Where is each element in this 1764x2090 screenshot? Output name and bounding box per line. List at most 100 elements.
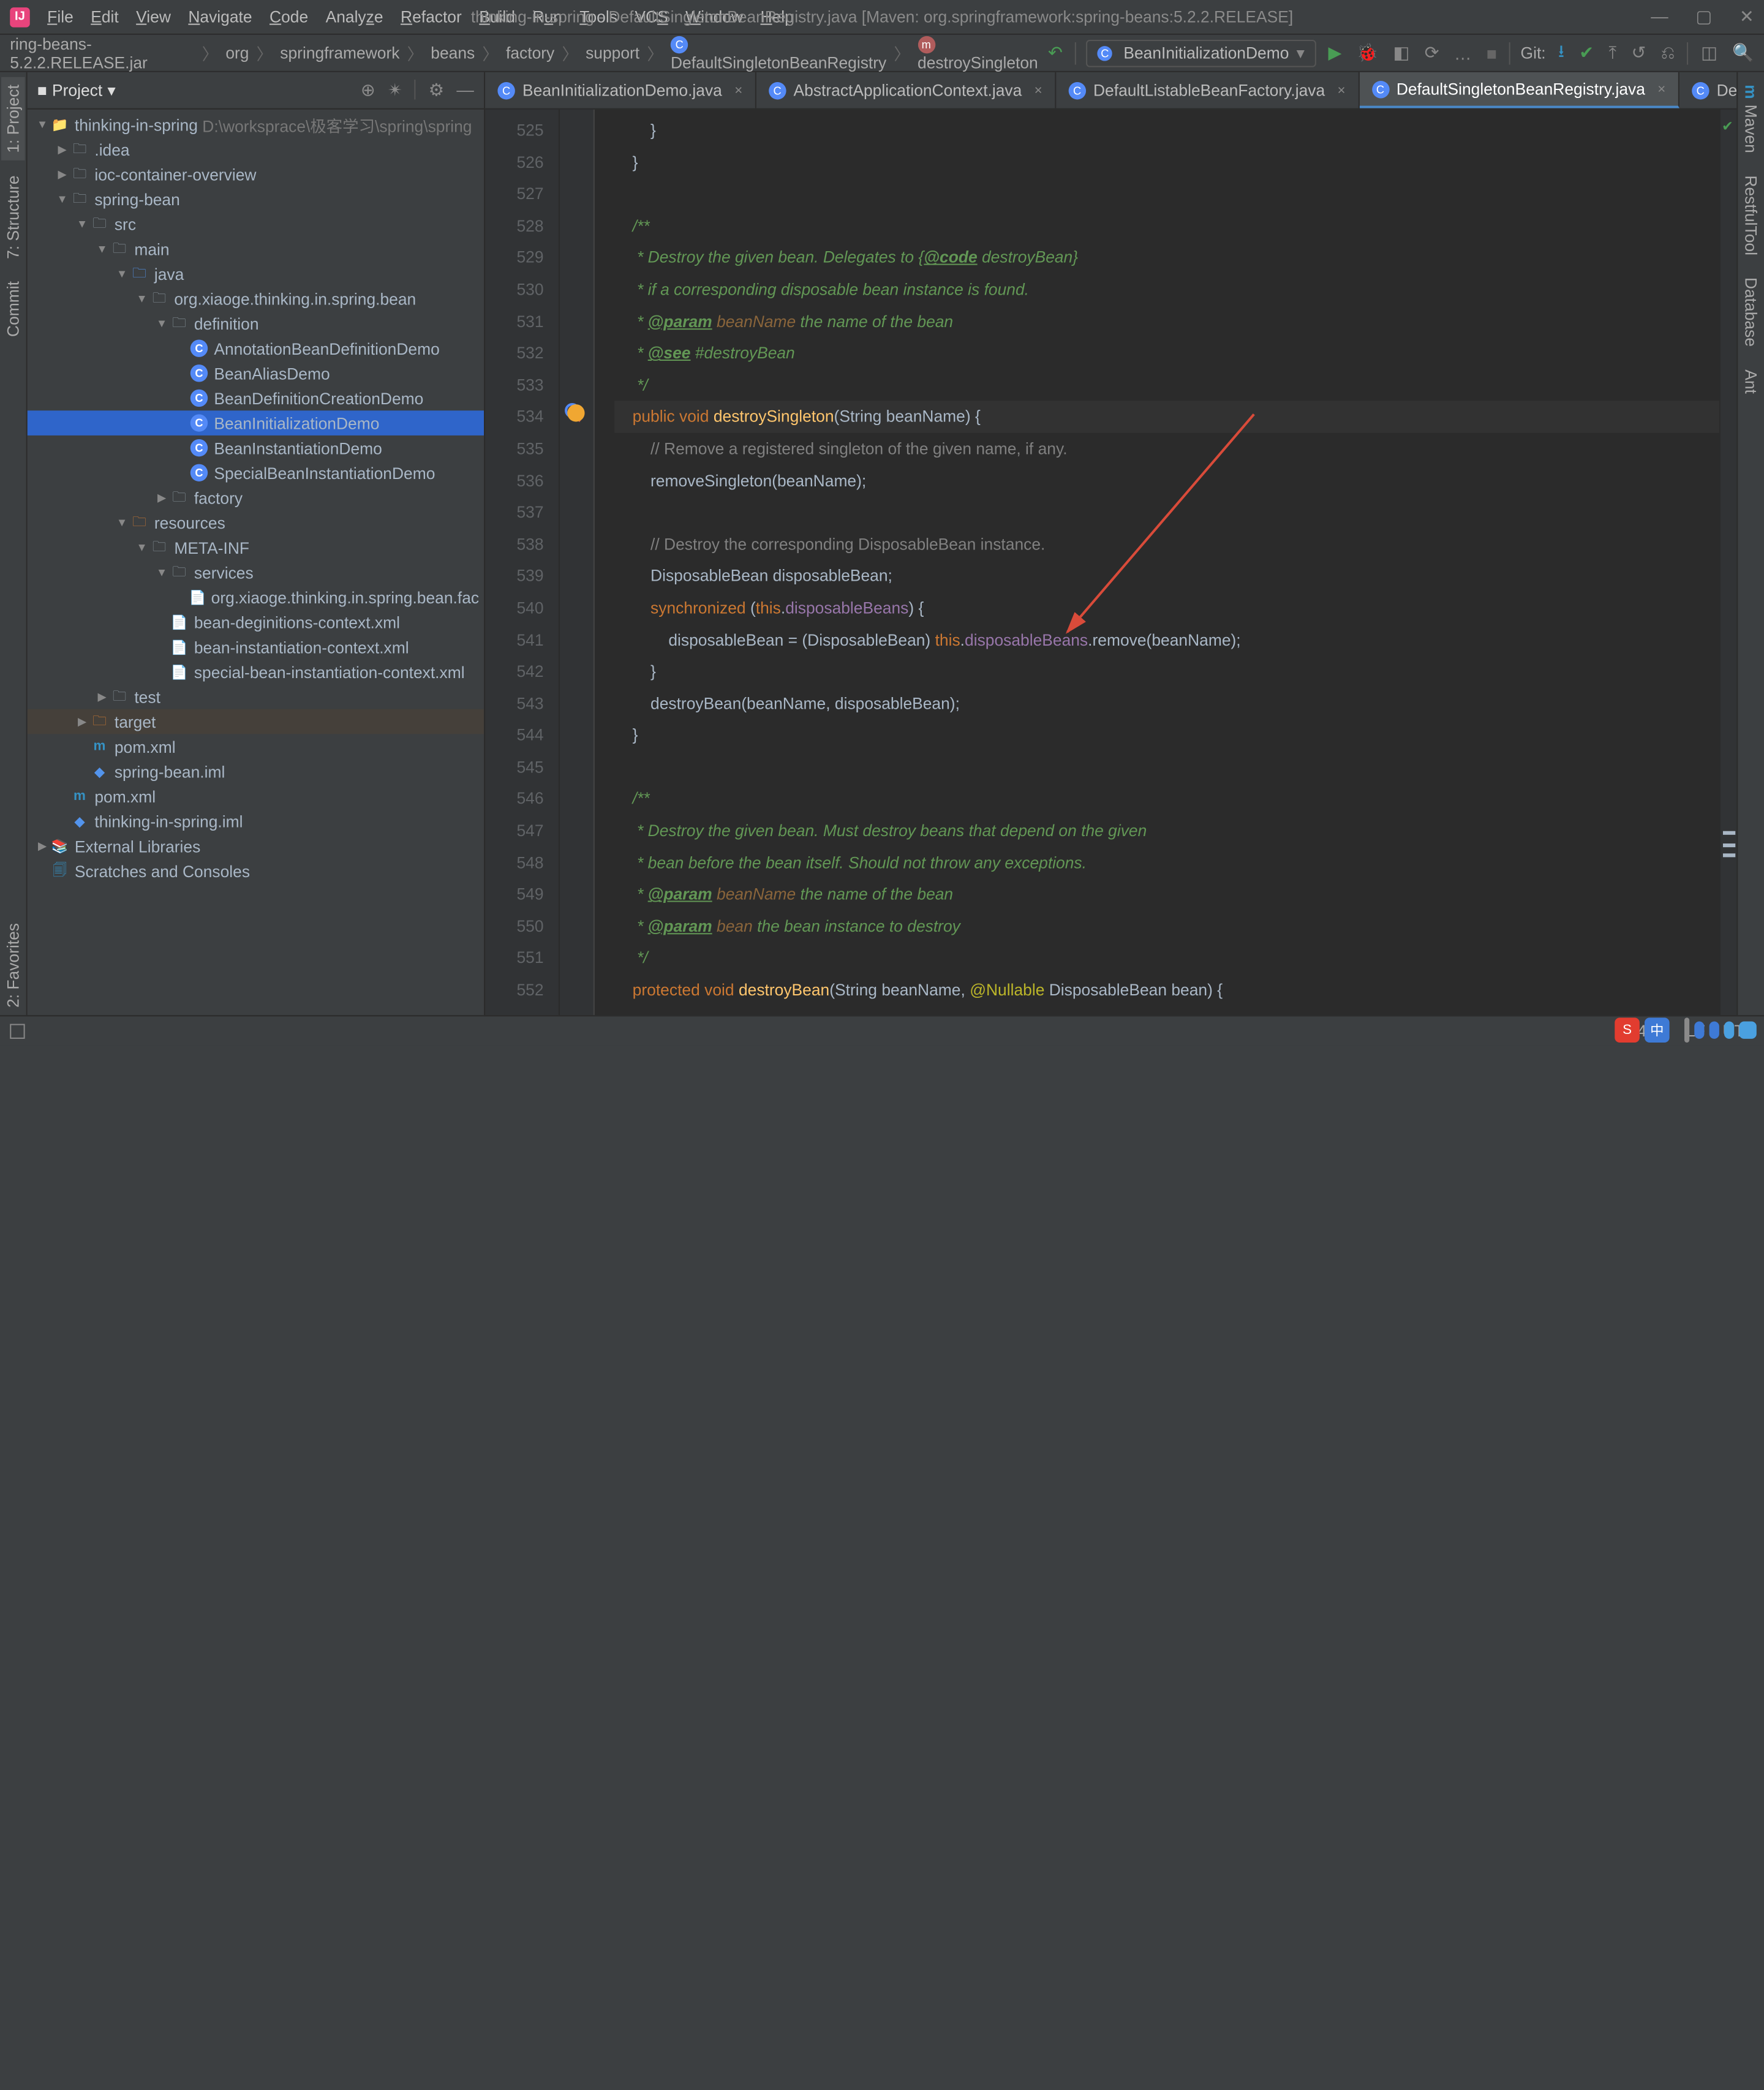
hide-panel-button[interactable]: — <box>456 80 473 101</box>
tree-item[interactable]: ▼🗀main <box>28 236 484 262</box>
menu-analyze[interactable]: Analyze <box>326 7 383 26</box>
tree-item[interactable]: ▼🗀resources <box>28 510 484 535</box>
editor-tab[interactable]: CDefaultListableBeanFactory.java× <box>1056 72 1359 108</box>
tree-item[interactable]: ▶🗀factory <box>28 485 484 510</box>
tree-item[interactable]: CBeanInstantiationDemo <box>28 436 484 461</box>
editor-overview-strip[interactable]: ✔ <box>1719 110 1736 1016</box>
tree-item[interactable]: ▼🗀java <box>28 262 484 287</box>
code-lines[interactable]: } } /** * Destroy the given bean. Delega… <box>595 110 1719 1016</box>
menu-file[interactable]: File <box>47 7 74 26</box>
tree-item[interactable]: ▶🗀test <box>28 684 484 709</box>
stop-button[interactable]: ■ <box>1484 40 1499 66</box>
crumb-class[interactable]: CDefaultSingletonBeanRegistry <box>668 34 889 72</box>
maximize-button[interactable]: ▢ <box>1695 6 1712 28</box>
tree-item[interactable]: ▼🗀definition <box>28 311 484 336</box>
nav-back-button[interactable]: ↶ <box>1046 40 1065 66</box>
menu-view[interactable]: View <box>136 7 171 26</box>
git-update-button[interactable]: ⭳ <box>1556 36 1567 70</box>
menu-code[interactable]: Code <box>270 7 308 26</box>
tree-item[interactable]: ▼🗀services <box>28 560 484 585</box>
tree-item[interactable]: ▼🗀META-INF <box>28 535 484 560</box>
tool-favorites[interactable]: 2: Favorites <box>1 916 25 1015</box>
git-push-button[interactable]: ⤒ <box>1606 40 1619 66</box>
tree-item[interactable]: ▶🗀ioc-container-overview <box>28 162 484 187</box>
collapse-all-button[interactable] <box>415 80 416 99</box>
minimize-button[interactable]: — <box>1651 6 1668 28</box>
tree-item[interactable]: 📄bean-deginitions-context.xml <box>28 609 484 635</box>
tree-item[interactable]: ◆thinking-in-spring.iml <box>28 809 484 834</box>
crumb-jar[interactable]: ring-beans-5.2.2.RELEASE.jar <box>7 34 197 72</box>
search-everywhere-button[interactable]: 🔍 <box>1730 40 1757 66</box>
tree-item[interactable]: ◆spring-bean.iml <box>28 759 484 784</box>
crumb-method[interactable]: mdestroySingleton <box>915 34 1041 72</box>
git-commit-button[interactable]: ✔ <box>1577 40 1596 66</box>
expand-all-button[interactable]: ✴ <box>388 80 402 101</box>
project-panel-title[interactable]: ■ Project ▾ <box>37 80 116 100</box>
tree-item[interactable]: CSpecialBeanInstantiationDemo <box>28 460 484 485</box>
tool-database[interactable]: Database <box>1739 270 1763 354</box>
tray-icon[interactable] <box>1739 1021 1756 1038</box>
tree-item[interactable]: CAnnotationBeanDefinitionDemo <box>28 336 484 361</box>
tool-structure[interactable]: 7: Structure <box>1 168 25 266</box>
close-tab-icon[interactable]: × <box>1035 83 1042 97</box>
tree-item[interactable]: ▼🗀src <box>28 211 484 236</box>
debug-button[interactable]: 🐞 <box>1354 40 1381 66</box>
tree-item[interactable]: ▼🗀spring-bean <box>28 187 484 212</box>
ime-icon[interactable]: S <box>1615 1017 1640 1043</box>
tree-external-libs[interactable]: ▶📚External Libraries <box>28 834 484 859</box>
coverage-button[interactable]: ◧ <box>1390 40 1412 66</box>
tool-commit[interactable]: Commit <box>1 274 25 344</box>
close-tab-icon[interactable]: × <box>734 83 742 97</box>
close-tab-icon[interactable]: × <box>1337 83 1345 97</box>
run-button[interactable]: ▶ <box>1325 40 1344 66</box>
tree-item[interactable]: mpom.xml <box>28 734 484 759</box>
tree-item[interactable]: 📄special-bean-instantiation-context.xml <box>28 659 484 684</box>
git-history-button[interactable]: ↺ <box>1629 40 1648 66</box>
tree-item-selected[interactable]: CBeanInitializationDemo <box>28 410 484 436</box>
attach-button[interactable]: … <box>1452 40 1474 66</box>
tree-item[interactable]: ▶🗀.idea <box>28 137 484 162</box>
tool-restful[interactable]: RestfulTool <box>1739 167 1763 262</box>
tree-item[interactable]: mpom.xml <box>28 784 484 809</box>
tree-scratches[interactable]: 🗐Scratches and Consoles <box>28 858 484 883</box>
editor-tab[interactable]: CAbstractApplicationContext.java× <box>756 72 1056 108</box>
close-tab-icon[interactable]: × <box>1657 81 1665 96</box>
status-toolwindow-button[interactable] <box>10 1024 24 1038</box>
tool-ant[interactable]: Ant <box>1739 361 1763 401</box>
tree-root[interactable]: ▼📁thinking-in-spring D:\worksprace\极客学习\… <box>28 112 484 137</box>
crumb-org[interactable]: org <box>223 43 251 62</box>
editor-tab[interactable]: CDefaultL <box>1679 72 1737 108</box>
run-config-selector[interactable]: C BeanInitializationDemo ▾ <box>1086 39 1316 67</box>
crumb-beans[interactable]: beans <box>428 43 477 62</box>
project-settings-button[interactable]: ⚙ <box>429 80 445 101</box>
menu-navigate[interactable]: Navigate <box>188 7 252 26</box>
code-editor[interactable]: 5255265275285295305315325335345355365375… <box>485 110 1736 1016</box>
git-revert-button[interactable]: ⎌ <box>1659 40 1678 66</box>
crumb-springframework[interactable]: springframework <box>277 43 402 62</box>
close-button[interactable]: ✕ <box>1740 6 1754 28</box>
tree-item[interactable]: 📄bean-instantiation-context.xml <box>28 635 484 660</box>
tree-item[interactable]: CBeanDefinitionCreationDemo <box>28 386 484 411</box>
tool-project[interactable]: 1: Project <box>1 77 25 160</box>
tray-icon[interactable] <box>1724 1021 1734 1038</box>
project-tree[interactable]: ▼📁thinking-in-spring D:\worksprace\极客学习\… <box>28 110 484 1016</box>
tray-icon[interactable] <box>1709 1021 1719 1038</box>
tray-icon[interactable] <box>1694 1021 1704 1038</box>
crumb-support[interactable]: support <box>583 43 642 62</box>
editor-tab-active[interactable]: CDefaultSingletonBeanRegistry.java× <box>1359 72 1679 108</box>
run-config-name: BeanInitializationDemo <box>1123 43 1289 62</box>
menu-refactor[interactable]: Refactor <box>401 7 462 26</box>
ide-settings-button[interactable]: ◫ <box>1698 40 1720 66</box>
tree-item[interactable]: ▼🗀org.xiaoge.thinking.in.spring.bean <box>28 286 484 311</box>
tree-item[interactable]: ▶🗀target <box>28 709 484 734</box>
intention-bulb-icon[interactable] <box>567 404 584 421</box>
menu-edit[interactable]: Edit <box>91 7 119 26</box>
editor-tab[interactable]: CBeanInitializationDemo.java× <box>485 72 756 108</box>
ime-lang-icon[interactable]: 中 <box>1645 1017 1670 1043</box>
tree-item[interactable]: CBeanAliasDemo <box>28 361 484 386</box>
locate-file-button[interactable]: ⊕ <box>361 80 375 101</box>
crumb-factory[interactable]: factory <box>503 43 557 62</box>
tool-maven[interactable]: mMaven <box>1739 77 1763 160</box>
profile-button[interactable]: ⟳ <box>1422 40 1442 66</box>
tree-item[interactable]: 📄org.xiaoge.thinking.in.spring.bean.fac <box>28 585 484 610</box>
